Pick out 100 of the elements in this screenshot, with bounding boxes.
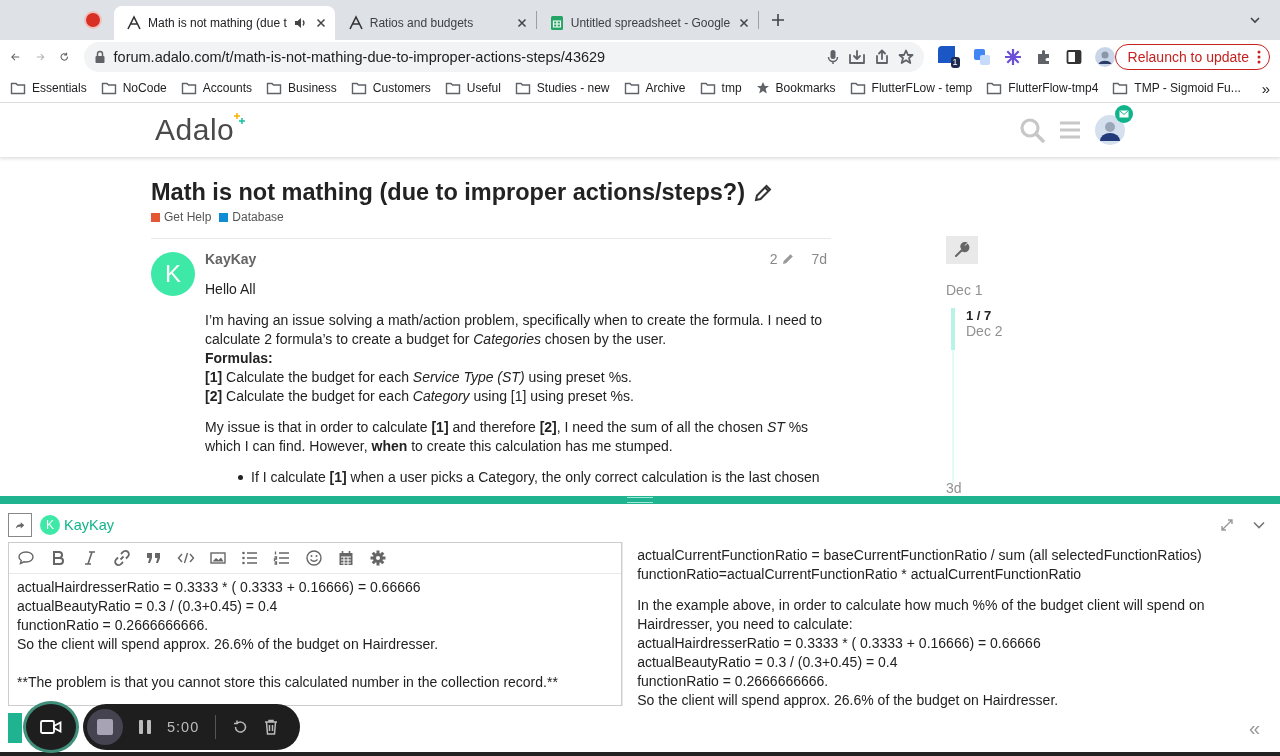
bullet-icon bbox=[238, 475, 243, 480]
folder-icon bbox=[180, 81, 197, 95]
folder-icon bbox=[266, 81, 283, 95]
pause-icon[interactable] bbox=[139, 720, 151, 734]
admin-wrench-button[interactable] bbox=[946, 236, 978, 264]
bookmark[interactable]: tmp bbox=[699, 81, 742, 95]
microphone-icon[interactable] bbox=[825, 49, 840, 65]
bookmark[interactable]: Useful bbox=[444, 81, 501, 95]
reply-icon-button[interactable] bbox=[8, 513, 32, 537]
timeline-position: 1 / 7 bbox=[966, 308, 993, 323]
bookmark[interactable]: NoCode bbox=[100, 81, 167, 95]
preview-text: functionRatio=actualCurrentFunctionRatio * actualCurrentFunctionRatio bbox=[637, 565, 1083, 584]
folder-icon bbox=[699, 81, 716, 95]
bullet-list-icon[interactable] bbox=[241, 549, 259, 567]
bookmark[interactable]: Customers bbox=[350, 81, 431, 95]
image-icon[interactable] bbox=[209, 549, 227, 567]
more-bookmarks-button[interactable]: » bbox=[1261, 79, 1270, 97]
pencil-icon[interactable] bbox=[753, 182, 774, 203]
emoji-icon[interactable] bbox=[305, 549, 323, 567]
record-indicator[interactable] bbox=[86, 13, 100, 27]
stop-icon bbox=[97, 719, 113, 735]
sidebar-icon[interactable] bbox=[1065, 49, 1082, 65]
topic-title: Math is not mathing (due to improper actions/steps?) bbox=[151, 179, 746, 206]
profile-avatar-icon[interactable] bbox=[1094, 47, 1115, 67]
preview-text: So the client will spend approx. 26.6% of the budget on Hairdresser. bbox=[637, 691, 1060, 710]
bookmark[interactable]: FlutterFLow - temp bbox=[849, 81, 973, 95]
bookmark[interactable]: Essentials bbox=[10, 81, 87, 95]
camera-button[interactable] bbox=[23, 701, 79, 753]
edit-history-button[interactable]: 2 bbox=[769, 251, 796, 267]
folder-icon bbox=[100, 81, 117, 95]
more-icon bbox=[1257, 50, 1261, 64]
install-icon[interactable] bbox=[847, 49, 866, 65]
preview-text: actualCurrentFunctionRatio = baseCurrentFunctionRatio / sum (all selectedFunctionRatios) bbox=[637, 546, 1203, 565]
preview-text: In the example above, in order to calculate how much %% of the budget client will spend on Hairdresser, you need to calculate: bbox=[637, 596, 1206, 634]
star-icon bbox=[755, 81, 770, 95]
preview-text: functionRatio = 0.2666666666. bbox=[637, 672, 830, 691]
preview-text: actualHairdresserRatio = 0.3333 * ( 0.3333 + 0.16666) = 0.66666 bbox=[637, 634, 1042, 653]
folder-icon bbox=[849, 81, 866, 95]
relaunch-button[interactable]: Relaunch to update bbox=[1114, 44, 1270, 70]
speaker-icon bbox=[292, 16, 307, 30]
bookmark[interactable]: Studies - new bbox=[514, 81, 610, 95]
restart-icon[interactable] bbox=[232, 719, 249, 735]
browser-tab[interactable]: Ratios and budgets bbox=[335, 6, 536, 40]
folder-icon bbox=[623, 81, 640, 95]
recording-timer: 5:00 bbox=[167, 719, 200, 735]
post-text: [1] Calculate the budget for each Service Type (ST) using preset %s. bbox=[205, 368, 633, 387]
folder-icon bbox=[514, 81, 531, 95]
logo-icon bbox=[126, 15, 142, 31]
editor-text: **The problem is that you cannot store this calculated number in the collection record.** bbox=[17, 673, 559, 692]
calendar-icon[interactable] bbox=[337, 549, 355, 567]
user-avatar: K bbox=[40, 515, 60, 535]
numbered-list-icon[interactable] bbox=[273, 549, 291, 567]
settings-icon[interactable] bbox=[369, 549, 387, 567]
category-link[interactable]: Database bbox=[219, 210, 284, 224]
star-icon[interactable] bbox=[897, 49, 914, 65]
logo[interactable]: Adalo bbox=[155, 113, 247, 147]
preview-text: actualBeautyRatio = 0.3 / (0.3+0.45) = 0.4 bbox=[637, 653, 899, 672]
post-text: My issue is that in order to calculate [1] and therefore [2], I need the sum of all the chosen ST %s which I can find. However, when to create this calculation has me stumped. bbox=[205, 418, 810, 456]
logo-icon bbox=[347, 15, 364, 31]
resize-handle[interactable] bbox=[627, 497, 653, 503]
translate-icon[interactable] bbox=[972, 48, 991, 66]
category-link[interactable]: Get Help bbox=[151, 210, 212, 224]
stop-button[interactable] bbox=[87, 709, 123, 745]
timeline-handle[interactable] bbox=[951, 308, 955, 350]
address-bar[interactable]: forum.adalo.com/t/math-is-not-mathing-due-to-improper-actions-steps/43629 bbox=[83, 42, 924, 72]
timeline-date: Dec 2 bbox=[966, 323, 1004, 339]
editor-text: So the client will spend approx. 26.6% of the budget on Hairdresser. bbox=[17, 635, 440, 654]
editor-text: functionRatio = 0.2666666666. bbox=[17, 616, 210, 635]
expand-icon[interactable] bbox=[1220, 518, 1234, 532]
user-avatar-icon[interactable] bbox=[1095, 115, 1125, 145]
bookmark[interactable]: Bookmarks bbox=[755, 81, 836, 95]
folder-icon bbox=[986, 81, 1003, 95]
bookmark[interactable]: Business bbox=[266, 81, 337, 95]
folder-icon bbox=[350, 81, 367, 95]
video-camera-icon bbox=[40, 719, 62, 735]
sparkle-icon bbox=[234, 113, 247, 125]
bookmark[interactable]: TMP - Sigmoid Fu... bbox=[1112, 81, 1241, 95]
sparkle-icon[interactable] bbox=[1003, 48, 1022, 66]
post-text: Formulas: bbox=[205, 349, 274, 368]
bookmark[interactable]: Accounts bbox=[180, 81, 253, 95]
folder-icon bbox=[10, 81, 26, 95]
extension-icon[interactable]: 1 bbox=[937, 46, 960, 68]
post-text: I’m having an issue solving a math/action problem, specifically when to create the formula. I need to calculate 2 formula’s to create a budget for Categories chosen by the user. bbox=[205, 311, 824, 349]
folder-icon bbox=[444, 81, 461, 95]
lock-icon bbox=[93, 50, 106, 64]
browser-tab[interactable]: Untitled spreadsheet - Google bbox=[536, 6, 759, 40]
folder-icon bbox=[1112, 81, 1129, 95]
bookmark[interactable]: FlutterFlow-tmp4 bbox=[986, 81, 1099, 95]
post-text: [2] Calculate the budget for each Category using [1] using preset %s. bbox=[205, 387, 635, 406]
sheet-icon bbox=[548, 15, 565, 31]
link-icon[interactable] bbox=[113, 549, 131, 567]
share-icon[interactable] bbox=[873, 49, 890, 65]
editor-text: actualHairdresserRatio = 0.3333 * ( 0.3333 + 0.16666) = 0.66666 bbox=[17, 578, 422, 597]
quote-bubble-icon[interactable] bbox=[17, 549, 35, 567]
browser-tab[interactable]: Math is not mathing (due t bbox=[114, 6, 335, 40]
author-name[interactable]: KayKay bbox=[205, 251, 257, 267]
post-age: 7d bbox=[811, 251, 827, 267]
bookmark[interactable]: Archive bbox=[623, 81, 686, 95]
trash-icon[interactable] bbox=[264, 719, 279, 735]
pencil-icon bbox=[781, 252, 796, 266]
